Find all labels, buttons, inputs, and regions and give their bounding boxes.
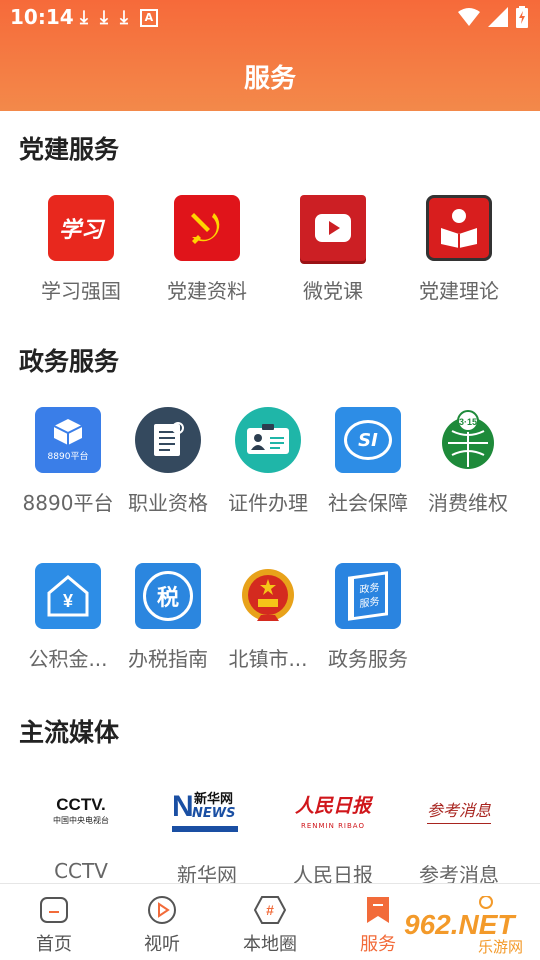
si-emblem: SI [344,420,392,460]
logo-text: 新华网 [194,792,234,807]
status-time: 10:14 [10,5,74,29]
party-emblem-icon [174,195,240,261]
emblem-icon [242,569,294,621]
section-title-party: 党建服务 [19,135,120,164]
watermark-logo: 962.NET 乐游网 [404,895,523,956]
nav-tab-local[interactable]: # 本地圈 [220,894,320,956]
nav-label: 视听 [144,934,180,955]
certificate-doc-icon [135,407,201,473]
service-item-label: 政务服务 [328,647,408,671]
logo-subtext: RENMIN RIBAO [300,821,365,830]
nav-label: 本地圈 [243,934,297,955]
status-bar: 10:14 ⤓ ⤓ ⤓ A [0,0,540,36]
tax-guide-icon: 税 [135,563,201,629]
home-icon [38,894,70,926]
card-icon [247,424,289,454]
watermark-text: 962.NET [404,909,517,940]
hashtag-icon: # [254,894,286,926]
cankao-xiaoxi-logo: 参考消息 [404,777,514,843]
download-icon: ⤓ [119,7,128,28]
service-item-label: 学习强国 [41,279,121,303]
nav-label: 首页 [36,934,72,955]
media-item-cankao[interactable]: 参考消息 参考消息 [394,777,524,888]
media-item-xinhua[interactable]: N 新华网 NEWS 新华网 [142,777,272,888]
play-button-icon [315,214,351,242]
download-icon: ⤓ [80,7,88,28]
icon-caption: ¥ [63,591,73,611]
nav-tab-home[interactable]: 首页 [4,894,104,956]
cube-icon [53,419,83,445]
download-icon: ⤓ [99,7,108,28]
media-item-peoples-daily[interactable]: 人民日报 RENMIN RIBAO 人民日报 [268,777,398,888]
signal-icon [488,7,508,27]
service-item-label: CCTV [54,859,108,883]
housing-fund-icon: ¥ [35,563,101,629]
service-item-consumer-rights[interactable]: 3·15 消费维权 [403,407,533,516]
gov-book-icon: 政务服务 [348,571,388,621]
logo-text: 参考消息 [426,797,491,824]
national-emblem-icon [235,563,301,629]
icon-caption: 8890平台 [47,452,89,462]
hammer-sickle-icon [191,213,220,244]
app-notification-icon: A [139,9,158,27]
cube-box-icon: 8890平台 [35,407,101,473]
play-circle-icon [146,894,178,926]
logo-subtext: NEWS [192,806,236,821]
tax-badge: 税 [143,571,193,621]
xinhua-logo: N 新华网 NEWS [152,777,262,843]
svg-text:#: # [266,902,274,918]
xuexi-qiangguo-icon: 学习 [48,195,114,261]
document-icon [154,422,184,456]
bookmark-icon [362,894,394,926]
service-item-micro-course[interactable]: 微党课 [268,195,398,304]
social-security-icon: SI [335,407,401,473]
globe-315-icon: 3·15 [442,410,494,469]
logo-subtext: 中国中央电视台 [53,815,109,825]
logo-text: CCTV. [56,794,106,814]
person-book-icon [441,209,477,248]
service-item-party-theory[interactable]: 党建理论 [394,195,524,304]
app-header: 10:14 ⤓ ⤓ ⤓ A 服务 [0,0,540,111]
reading-person-icon [426,195,492,261]
system-icons [458,6,528,28]
service-item-label: 微党课 [303,279,363,303]
watermark-subtext: 乐游网 [478,938,523,956]
service-item-label: 党建理论 [419,279,499,303]
service-item-gov-service[interactable]: 政务服务 政务服务 [303,563,433,672]
media-item-cctv[interactable]: CCTV. 中国中央电视台 CCTV [16,777,146,884]
logo-text: 人民日报 [294,794,371,817]
service-item-label: 党建资料 [167,279,247,303]
id-card-icon [235,407,301,473]
site-watermark: 962.NET 乐游网 [398,895,540,958]
wifi-icon [458,8,480,26]
section-title-media: 主流媒体 [19,718,120,747]
peoples-daily-logo: 人民日报 RENMIN RIBAO [278,777,388,843]
service-item-party-materials[interactable]: 党建资料 [142,195,272,304]
video-play-icon [300,195,366,261]
cctv-logo: CCTV. 中国中央电视台 [26,777,136,843]
consumer-rights-icon: 3·15 [435,407,501,473]
house-yuan-icon: ¥ [47,575,89,617]
service-item-xuexi[interactable]: 学习 学习强国 [16,195,146,304]
gov-service-icon: 政务服务 [335,563,401,629]
nav-tab-video[interactable]: 视听 [112,894,212,956]
section-title-government: 政务服务 [19,347,120,376]
notification-icons: ⤓ ⤓ ⤓ A [80,7,158,29]
battery-icon [516,6,528,28]
service-item-label: 消费维权 [428,491,508,515]
icon-caption: 3·15 [459,417,477,427]
page-title: 服务 [243,64,296,94]
